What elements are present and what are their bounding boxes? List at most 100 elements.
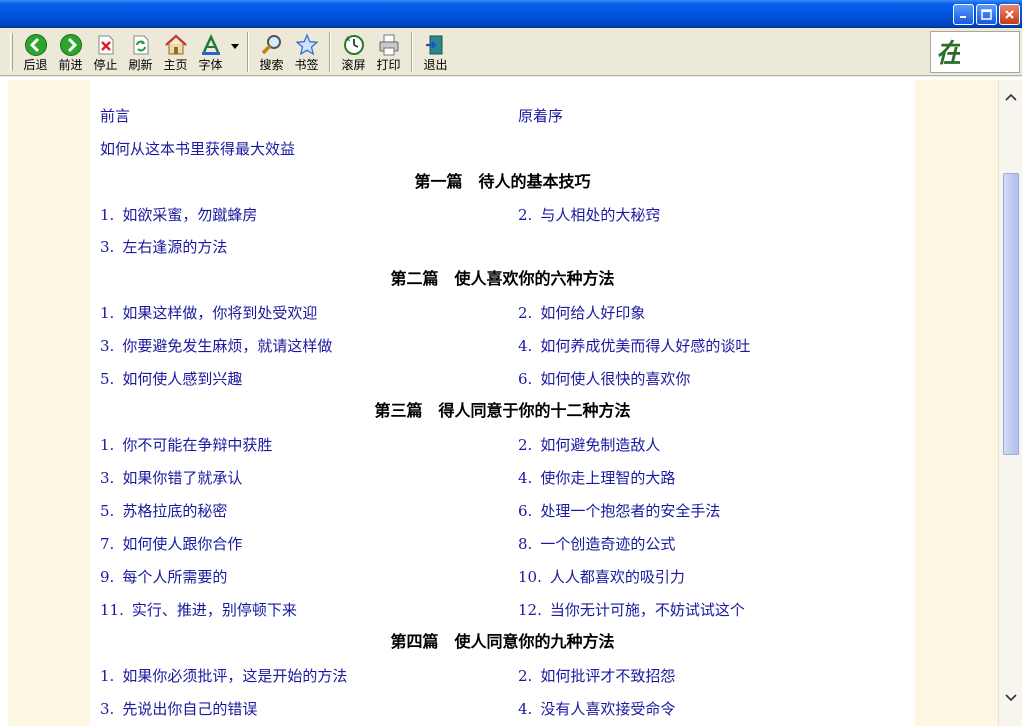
item-number: 3. bbox=[100, 337, 115, 355]
back-arrow-icon bbox=[24, 34, 47, 56]
toc-link[interactable]: 4. 如何养成优美而得人好感的谈吐 bbox=[518, 334, 750, 358]
search-button[interactable]: 搜索 bbox=[254, 31, 289, 74]
toc-row: 1. 如果这样做，你将到处受欢迎 2. 如何给人好印象 bbox=[90, 301, 915, 325]
toc-link-original-preface[interactable]: 原着序 bbox=[518, 104, 563, 128]
font-label: 字体 bbox=[198, 58, 223, 72]
print-button[interactable]: 打印 bbox=[371, 31, 406, 74]
item-number: 3. bbox=[100, 700, 115, 718]
scroll-button[interactable]: 滚屏 bbox=[336, 31, 371, 74]
item-text: 左右逢源的方法 bbox=[122, 238, 228, 256]
toc-link[interactable]: 1. 如果你必须批评，这是开始的方法 bbox=[100, 664, 347, 688]
toc-link[interactable]: 2. 如何给人好印象 bbox=[518, 301, 645, 325]
toc-link[interactable]: 6. 处理一个抱怨者的安全手法 bbox=[518, 499, 720, 523]
toc-link[interactable]: 6. 如何使人很快的喜欢你 bbox=[518, 367, 690, 391]
part-3-heading: 第三篇 得人同意于你的十二种方法 bbox=[374, 401, 631, 420]
toc-link[interactable]: 5. 苏格拉底的秘密 bbox=[100, 499, 227, 523]
print-label: 打印 bbox=[376, 58, 401, 72]
forward-arrow-icon bbox=[59, 34, 82, 56]
item-number: 1. bbox=[100, 206, 115, 224]
title-bar bbox=[0, 0, 1022, 28]
stop-button[interactable]: 停止 bbox=[88, 31, 123, 74]
toc-link[interactable]: 11. 实行、推进，别停顿下来 bbox=[100, 598, 297, 622]
stop-label: 停止 bbox=[93, 58, 118, 72]
item-text: 如何使人跟你合作 bbox=[122, 535, 243, 553]
forward-label: 前进 bbox=[58, 58, 83, 72]
toc-link[interactable]: 3. 先说出你自己的错误 bbox=[100, 697, 257, 721]
toc-link-how-to-benefit[interactable]: 如何从这本书里获得最大效益 bbox=[100, 137, 295, 161]
toc-row: 1. 你不可能在争辩中获胜 2. 如何避免制造敌人 bbox=[90, 433, 915, 457]
toc-link[interactable]: 8. 一个创造奇迹的公式 bbox=[518, 532, 675, 556]
toc-row: 5. 苏格拉底的秘密 6. 处理一个抱怨者的安全手法 bbox=[90, 499, 915, 523]
item-text: 苏格拉底的秘密 bbox=[122, 502, 228, 520]
part-4-heading: 第四篇 使人同意你的九种方法 bbox=[390, 632, 615, 651]
scroll-label: 滚屏 bbox=[341, 58, 366, 72]
toolbar-grip[interactable] bbox=[10, 33, 13, 71]
toc-link[interactable]: 1. 如欲采蜜，勿蹴蜂房 bbox=[100, 203, 257, 227]
star-icon bbox=[294, 33, 319, 56]
toc-link[interactable]: 12. 当你无计可施，不妨试试这个 bbox=[518, 598, 745, 622]
toc-link[interactable]: 2. 如何批评才不致招怨 bbox=[518, 664, 675, 688]
home-button[interactable]: 主页 bbox=[158, 31, 193, 74]
item-text: 如何养成优美而得人好感的谈吐 bbox=[540, 337, 751, 355]
toc-row: 7. 如何使人跟你合作 8. 一个创造奇迹的公式 bbox=[90, 532, 915, 556]
toolbar: 后退 前进 停止 刷新 主页 字体 搜索 书签 滚屏 打印 退出 在 bbox=[0, 29, 1022, 76]
font-button[interactable]: 字体 bbox=[193, 31, 228, 74]
scroll-up-button[interactable] bbox=[1003, 89, 1019, 105]
toc-link[interactable]: 7. 如何使人跟你合作 bbox=[100, 532, 242, 556]
forward-button[interactable]: 前进 bbox=[53, 31, 88, 74]
item-text: 与人相处的大秘窍 bbox=[540, 206, 661, 224]
toc-link-preface[interactable]: 前言 bbox=[100, 104, 130, 128]
item-number: 1. bbox=[100, 304, 115, 322]
item-number: 4. bbox=[518, 469, 533, 487]
scrollbar-thumb[interactable] bbox=[1003, 173, 1019, 455]
toc-link[interactable]: 10. 人人都喜欢的吸引力 bbox=[518, 565, 685, 589]
toc-link[interactable]: 3. 你要避免发生麻烦，就请这样做 bbox=[100, 334, 332, 358]
item-number: 8. bbox=[518, 535, 533, 553]
item-number: 11. bbox=[100, 601, 124, 619]
back-button[interactable]: 后退 bbox=[18, 31, 53, 74]
stop-icon bbox=[98, 35, 113, 55]
toc-link[interactable]: 2. 与人相处的大秘窍 bbox=[518, 203, 660, 227]
toc-row: 1. 如欲采蜜，勿蹴蜂房 2. 与人相处的大秘窍 bbox=[90, 203, 915, 227]
item-number: 7. bbox=[100, 535, 115, 553]
toolbar-separator bbox=[329, 32, 331, 72]
toc-link[interactable]: 1. 你不可能在争辩中获胜 bbox=[100, 433, 272, 457]
toc-row: 3. 先说出你自己的错误 4. 没有人喜欢接受命令 bbox=[90, 697, 915, 721]
exit-label: 退出 bbox=[423, 58, 448, 72]
back-label: 后退 bbox=[23, 58, 48, 72]
item-text: 如果你错了就承认 bbox=[122, 469, 243, 487]
item-text: 如果这样做，你将到处受欢迎 bbox=[122, 304, 318, 322]
item-text: 先说出你自己的错误 bbox=[122, 700, 258, 718]
maximize-button[interactable] bbox=[976, 4, 997, 25]
minimize-button[interactable] bbox=[953, 4, 974, 25]
item-text: 每个人所需要的 bbox=[122, 568, 228, 586]
item-number: 2. bbox=[518, 667, 533, 685]
item-text: 处理一个抱怨者的安全手法 bbox=[540, 502, 721, 520]
vertical-scrollbar[interactable] bbox=[998, 80, 1022, 726]
toc-link[interactable]: 1. 如果这样做，你将到处受欢迎 bbox=[100, 301, 317, 325]
close-button[interactable] bbox=[999, 4, 1020, 25]
minimize-icon bbox=[960, 16, 966, 18]
toc-link[interactable]: 3. 如果你错了就承认 bbox=[100, 466, 242, 490]
toc-link[interactable]: 4. 没有人喜欢接受命令 bbox=[518, 697, 675, 721]
bookmark-button[interactable]: 书签 bbox=[289, 31, 324, 74]
exit-button[interactable]: 退出 bbox=[418, 31, 453, 74]
refresh-button[interactable]: 刷新 bbox=[123, 31, 158, 74]
refresh-label: 刷新 bbox=[128, 58, 153, 72]
toc-row: 1. 如果你必须批评，这是开始的方法 2. 如何批评才不致招怨 bbox=[90, 664, 915, 688]
toc-link[interactable]: 4. 使你走上理智的大路 bbox=[518, 466, 675, 490]
bookmark-label: 书签 bbox=[294, 58, 319, 72]
close-icon bbox=[1005, 10, 1014, 19]
font-dropdown-button[interactable] bbox=[228, 31, 242, 74]
toc-link[interactable]: 3. 左右逢源的方法 bbox=[100, 235, 227, 259]
content-frame: 前言 原着序 如何从这本书里获得最大效益 第一篇 待人的基本技巧 1. 如欲采蜜，… bbox=[0, 77, 1022, 726]
item-text: 你要避免发生麻烦，就请这样做 bbox=[122, 337, 333, 355]
part-2-heading: 第二篇 使人喜欢你的六种方法 bbox=[390, 269, 615, 288]
font-icon bbox=[201, 34, 220, 55]
toc-link[interactable]: 9. 每个人所需要的 bbox=[100, 565, 227, 589]
home-icon bbox=[164, 34, 187, 55]
toc-link[interactable]: 5. 如何使人感到兴趣 bbox=[100, 367, 242, 391]
toc-link[interactable]: 2. 如何避免制造敌人 bbox=[518, 433, 660, 457]
scroll-down-button[interactable] bbox=[1003, 690, 1019, 706]
item-text: 如何避免制造敌人 bbox=[540, 436, 661, 454]
